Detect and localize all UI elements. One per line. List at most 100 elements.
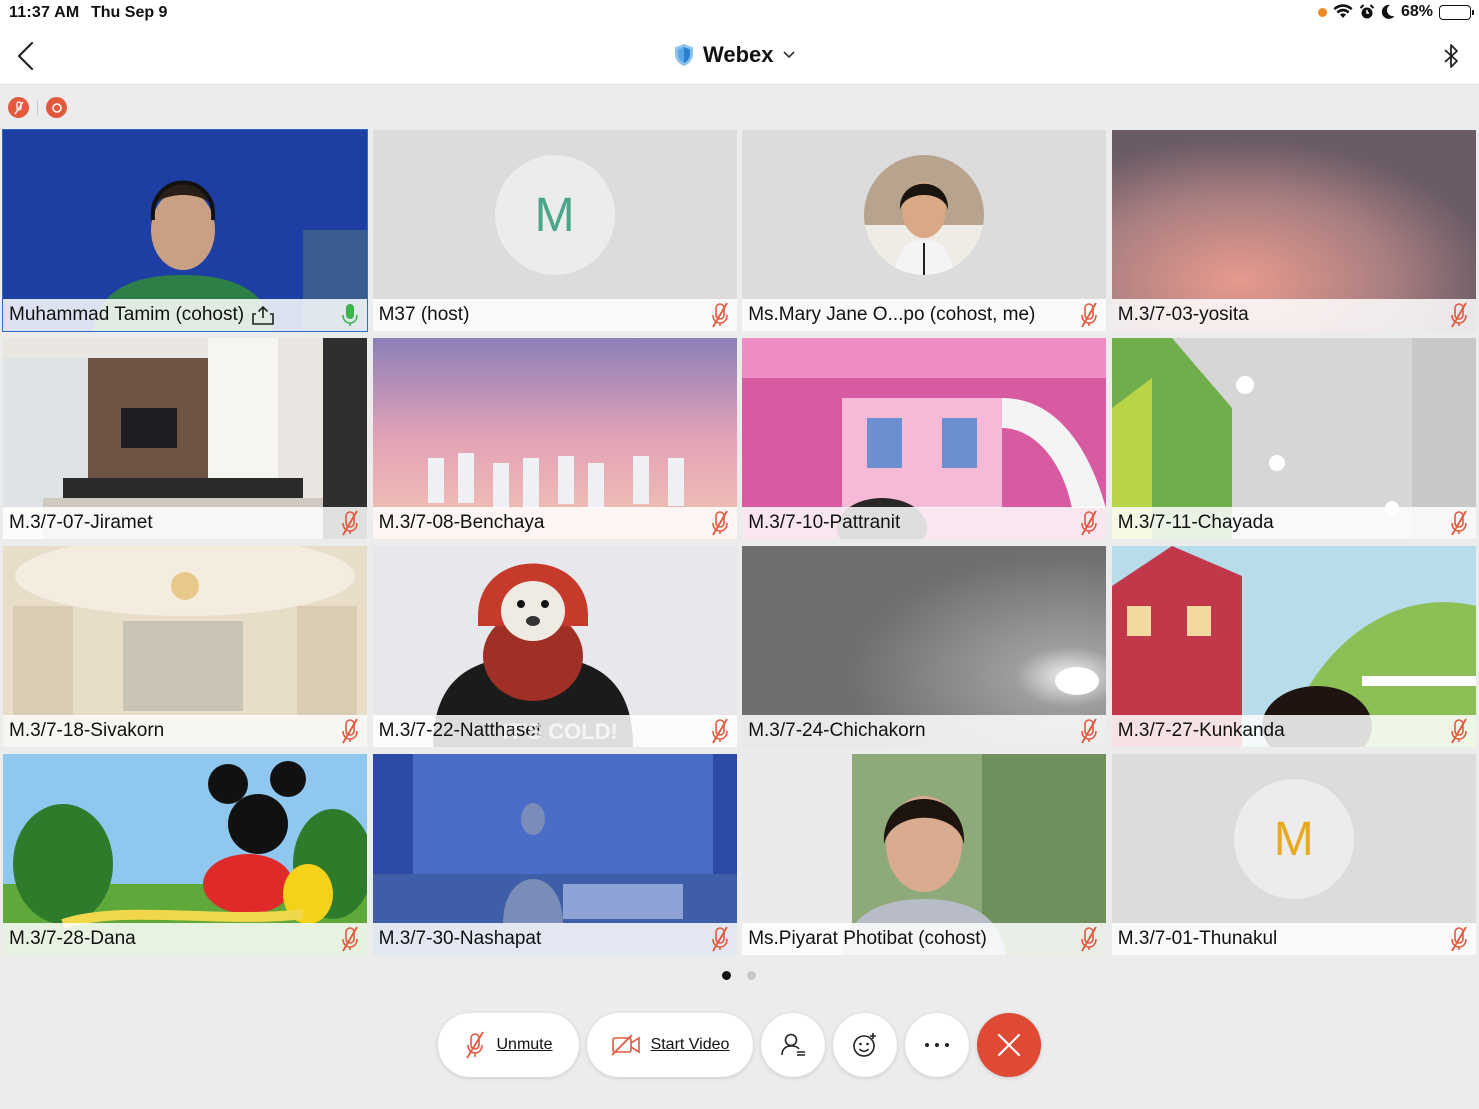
participants-icon xyxy=(781,1033,805,1056)
leave-meeting-button[interactable] xyxy=(977,1013,1041,1077)
video-off-icon xyxy=(610,1034,640,1056)
meeting-title-menu[interactable]: Webex xyxy=(673,42,796,68)
participant-namebar: Ms.Mary Jane O...po (cohost, me) xyxy=(742,299,1107,331)
mic-muted-icon xyxy=(1450,302,1467,328)
participant-name: M.3/7-27-Kunkanda xyxy=(1117,720,1285,741)
recording-indicator xyxy=(46,97,67,118)
bluetooth-button[interactable] xyxy=(1439,40,1463,72)
participant-namebar: M.3/7-01-Thunakul xyxy=(1111,923,1476,955)
recording-dot-icon xyxy=(1317,7,1327,17)
indicator-divider xyxy=(37,100,38,115)
participant-name: M.3/7-28-Dana xyxy=(9,928,136,949)
page-dot-active[interactable] xyxy=(722,971,731,980)
participant-name: M.3/7-11-Chayada xyxy=(1117,512,1274,533)
status-date: Thu Sep 9 xyxy=(91,4,168,21)
mic-muted-icon xyxy=(1081,718,1097,744)
more-icon xyxy=(925,1043,949,1047)
status-time: 11:37 AM xyxy=(9,4,80,21)
participant-namebar: M.3/7-10-Pattranit xyxy=(742,507,1107,539)
chevron-left-icon xyxy=(17,41,34,71)
participant-tile[interactable]: M.3/7-28-Dana xyxy=(3,754,367,955)
participant-name: M.3/7-24-Chichakorn xyxy=(748,720,926,741)
participant-grid: Muhammad Tamim (cohost) M M37 (host) Ms.… xyxy=(2,129,1476,955)
start-video-button[interactable]: Start Video xyxy=(587,1013,753,1077)
battery-icon xyxy=(1439,4,1474,20)
participant-name: M.3/7-01-Thunakul xyxy=(1117,928,1278,949)
reactions-button[interactable] xyxy=(833,1013,897,1077)
mic-muted-icon xyxy=(1081,302,1097,328)
participant-namebar: M.3/7-30-Nashapat xyxy=(372,923,737,955)
bluetooth-icon xyxy=(1444,44,1458,68)
participant-tile[interactable]: Ms.Mary Jane O...po (cohost, me) xyxy=(742,130,1107,331)
battery-percent: 68% xyxy=(1400,3,1433,20)
participant-tile[interactable]: M.3/7-27-Kunkanda xyxy=(1111,546,1476,747)
unmute-button[interactable]: Unmute xyxy=(438,1013,579,1077)
participant-name: M.3/7-30-Nashapat xyxy=(378,928,542,949)
participant-name: M.3/7-10-Pattranit xyxy=(748,512,901,533)
alarm-icon xyxy=(1359,4,1375,19)
participant-tile[interactable]: M.3/7-24-Chichakorn xyxy=(742,546,1107,747)
avatar xyxy=(864,155,985,275)
shield-icon xyxy=(675,44,693,66)
participants-button[interactable] xyxy=(761,1013,825,1077)
participant-tile[interactable]: M M37 (host) xyxy=(372,130,737,331)
mic-muted-icon xyxy=(1450,926,1467,952)
mic-muted-icon xyxy=(1081,510,1097,536)
share-icon xyxy=(252,305,274,325)
status-bar: 11:37 AM Thu Sep 9 68% xyxy=(0,0,1479,28)
record-icon xyxy=(51,102,62,113)
participant-tile[interactable]: Muhammad Tamim (cohost) xyxy=(2,129,368,332)
status-right: 68% xyxy=(1317,3,1474,21)
mic-muted-icon xyxy=(711,718,728,744)
participant-name: M37 (host) xyxy=(378,304,470,325)
participant-namebar: M.3/7-24-Chichakorn xyxy=(742,715,1107,747)
participant-namebar: M.3/7-07-Jiramet xyxy=(3,507,367,539)
participant-namebar: M37 (host) xyxy=(372,299,737,331)
participant-tile[interactable]: M.3/7-30-Nashapat xyxy=(372,754,737,955)
participant-name: Muhammad Tamim (cohost) xyxy=(9,304,245,325)
close-icon xyxy=(997,1033,1021,1057)
participant-tile[interactable]: M.3/7-18-Sivakorn xyxy=(3,546,367,747)
back-button[interactable] xyxy=(14,40,38,72)
nav-bar: Webex xyxy=(0,28,1479,85)
mic-muted-icon xyxy=(1450,718,1467,744)
muted-indicator xyxy=(8,97,29,118)
meeting-controls: Unmute Start Video xyxy=(438,1013,1041,1077)
participant-tile[interactable]: M.3/7-07-Jiramet xyxy=(3,338,367,539)
participant-namebar: M.3/7-08-Benchaya xyxy=(372,507,737,539)
unmute-label: Unmute xyxy=(496,1036,553,1053)
moon-icon xyxy=(1381,4,1395,19)
more-options-button[interactable] xyxy=(905,1013,969,1077)
chevron-down-icon xyxy=(782,51,795,59)
mic-muted-icon xyxy=(342,926,358,952)
mic-muted-icon xyxy=(1450,510,1467,536)
avatar: M xyxy=(1233,779,1354,899)
participant-tile[interactable]: M.3/7-03-yosita xyxy=(1111,130,1476,331)
mic-muted-icon xyxy=(466,1031,485,1059)
avatar: M xyxy=(494,155,615,275)
participant-tile[interactable]: M M.3/7-01-Thunakul xyxy=(1111,754,1476,955)
participant-namebar: Ms.Piyarat Photibat (cohost) xyxy=(742,923,1107,955)
participant-name: M.3/7-08-Benchaya xyxy=(378,512,545,533)
participant-namebar: M.3/7-18-Sivakorn xyxy=(3,715,367,747)
page-dot[interactable] xyxy=(747,971,756,980)
mic-muted-icon xyxy=(342,510,358,536)
mic-muted-icon xyxy=(13,100,24,114)
participant-tile[interactable]: M.3/7-10-Pattranit xyxy=(742,338,1107,539)
gif-caption: IT'S COLD! xyxy=(502,719,618,744)
avatar-photo xyxy=(864,155,985,275)
participant-tile[interactable]: M.3/7-08-Benchaya xyxy=(372,338,737,539)
participant-namebar: M.3/7-27-Kunkanda xyxy=(1111,715,1476,747)
participant-namebar: M.3/7-03-yosita xyxy=(1111,299,1476,331)
participant-tile[interactable]: Ms.Piyarat Photibat (cohost) xyxy=(742,754,1107,955)
emoji-icon xyxy=(853,1033,876,1057)
mic-speaking-icon xyxy=(342,304,358,326)
mic-muted-icon xyxy=(342,718,358,744)
participant-name: M.3/7-18-Sivakorn xyxy=(9,720,165,741)
mic-muted-icon xyxy=(711,302,728,328)
participant-tile[interactable]: M.3/7-11-Chayada xyxy=(1111,338,1476,539)
mic-muted-icon xyxy=(711,926,728,952)
participant-tile[interactable]: IT'S COLD! M.3/7-22-Natthaset xyxy=(372,546,737,747)
participant-namebar: M.3/7-28-Dana xyxy=(3,923,367,955)
page-indicator[interactable] xyxy=(722,971,756,980)
